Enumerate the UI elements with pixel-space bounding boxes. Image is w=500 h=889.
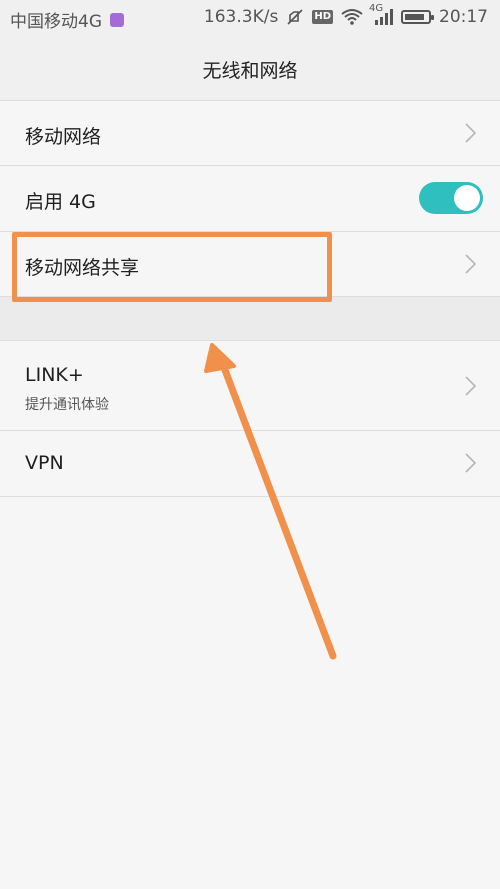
status-bar: 中国移动4G 163.3K/s HD 4G 20:17 [0, 0, 500, 36]
list-item-tethering[interactable]: 移动网络共享 [0, 232, 500, 297]
clock: 20:17 [439, 7, 488, 27]
hd-badge: HD [312, 10, 333, 24]
toggle-knob [454, 185, 480, 211]
list-item-enable-4g: 启用 4G [0, 166, 500, 232]
title-bar: 无线和网络 [0, 36, 500, 101]
enable-4g-toggle[interactable] [419, 182, 483, 214]
list-item-mobile-network[interactable]: 移动网络 [0, 101, 500, 166]
list-item-link-plus[interactable]: LINK+ 提升通讯体验 [0, 341, 500, 431]
gallery-notification-icon [110, 12, 124, 27]
mute-icon [286, 8, 304, 26]
network-type-label: 4G [369, 3, 384, 14]
list-item-label: 移动网络共享 [25, 257, 140, 279]
list-item-vpn[interactable]: VPN [0, 431, 500, 497]
settings-list: 移动网络 启用 4G 移动网络共享 LINK+ 提升通讯体验 VPN [0, 101, 500, 497]
wifi-icon [341, 8, 363, 26]
signal-icon: 4G [369, 4, 393, 26]
list-item-label: 启用 4G [25, 191, 96, 213]
list-item-label: LINK+ [25, 364, 84, 386]
chevron-right-icon [462, 375, 478, 397]
list-item-label: 移动网络 [25, 126, 102, 148]
chevron-right-icon [462, 122, 478, 144]
section-divider [0, 297, 500, 341]
page-title: 无线和网络 [202, 60, 298, 82]
carrier-label: 中国移动4G [10, 12, 102, 32]
list-item-subtitle: 提升通讯体验 [25, 397, 109, 413]
chevron-right-icon [462, 253, 478, 275]
battery-icon [401, 10, 434, 24]
network-speed: 163.3K/s [203, 7, 279, 27]
list-item-label: VPN [25, 452, 64, 474]
chevron-right-icon [462, 452, 478, 474]
